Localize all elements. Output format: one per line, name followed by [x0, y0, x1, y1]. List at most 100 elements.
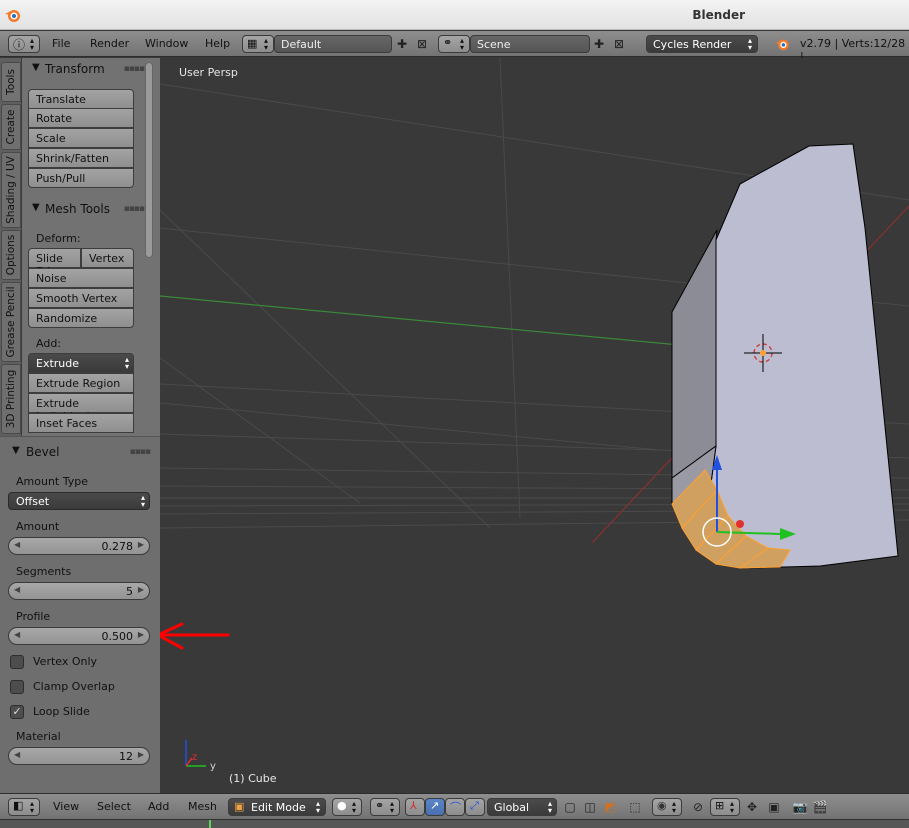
tab-3d-printing[interactable]: 3D Printing [1, 364, 21, 434]
decrement-arrow-icon[interactable]: ◀ [14, 540, 20, 549]
increment-arrow-icon[interactable]: ▶ [138, 585, 144, 594]
shading-select[interactable]: ● ▴ ▾ [332, 798, 362, 816]
editor-type-button[interactable]: ⓘ ▴ ▾ [8, 35, 40, 53]
increment-arrow-icon[interactable]: ▶ [138, 540, 144, 549]
transform-orientation-select[interactable]: Global ▴ ▾ [487, 798, 557, 816]
add-layout-icon[interactable]: ✚ [394, 36, 410, 52]
scale-icon: ⤢ [470, 799, 479, 812]
menu-window[interactable]: Window [145, 37, 188, 50]
menu-add[interactable]: Add [148, 800, 169, 813]
panel-grip-icon[interactable]: ▪▪▪▪ [124, 64, 145, 74]
menu-help[interactable]: Help [205, 37, 230, 50]
proportional-edit-select[interactable]: ◉ ▴ ▾ [652, 798, 682, 816]
scale-button[interactable]: Scale [28, 128, 134, 148]
current-frame-marker[interactable] [209, 820, 211, 828]
3d-viewport[interactable]: z y User Persp (1) Cube [160, 58, 909, 793]
menu-select[interactable]: Select [97, 800, 131, 813]
shrink-fatten-button[interactable]: Shrink/Fatten [28, 148, 134, 168]
editor-type-button[interactable]: ◧ ▴ ▾ [8, 798, 40, 816]
add-scene-icon[interactable]: ✚ [591, 36, 607, 52]
tab-create[interactable]: Create [1, 104, 21, 150]
extrude-individual-button[interactable]: Extrude Individual [28, 393, 134, 423]
snap-toggle-icon[interactable]: ⊘ [690, 799, 706, 815]
edit-mode-icon: ▣ [234, 800, 245, 813]
timeline-strip[interactable] [0, 819, 909, 828]
tool-shelf-scrollbar[interactable] [145, 62, 153, 258]
snap-element-select[interactable]: ⊞ ▴ ▾ [710, 798, 740, 816]
render-animation-icon[interactable]: 🎬 [812, 799, 828, 815]
increment-arrow-icon[interactable]: ▶ [138, 750, 144, 759]
bevel-panel-header[interactable]: ▼ Bevel ▪▪▪▪ [0, 443, 160, 463]
loop-slide-checkbox[interactable]: ✓ [10, 705, 24, 719]
rotate-manipulator-toggle[interactable]: ⌒ [445, 798, 465, 816]
cube-mesh[interactable] [671, 143, 899, 569]
transform-panel-header[interactable]: ▼ Transform ▪▪▪▪ [22, 60, 160, 80]
limit-selection-icon[interactable]: ⬚ [627, 799, 643, 815]
menu-mesh[interactable]: Mesh [188, 800, 217, 813]
chevron-updown-icon: ▴ ▾ [30, 36, 35, 52]
arrow-icon: ↗ [430, 799, 440, 812]
edge-select-icon[interactable]: ◫ [582, 799, 598, 815]
remove-scene-icon[interactable]: ⊠ [611, 36, 627, 52]
pivot-select[interactable]: ⚭ ▴ ▾ [370, 798, 400, 816]
screen-layout-field[interactable]: Default [274, 35, 392, 53]
rotate-button[interactable]: Rotate [28, 108, 134, 128]
face-select-icon[interactable]: ◩ [602, 799, 618, 815]
manipulator-toggle[interactable]: ⅄ [405, 798, 425, 816]
slide-vertex-button[interactable]: Vertex [81, 248, 134, 268]
decrement-arrow-icon[interactable]: ◀ [14, 750, 20, 759]
tab-shading-uv[interactable]: Shading / UV [1, 152, 21, 228]
render-icon[interactable]: 📷 [792, 799, 808, 815]
scene-selector[interactable]: ⚭ ▴ ▾ [438, 35, 470, 53]
translate-manipulator-toggle[interactable]: ↗ [425, 798, 445, 816]
menu-file[interactable]: File [52, 37, 70, 50]
collapse-triangle-icon: ▼ [12, 445, 20, 456]
remove-layout-icon[interactable]: ⊠ [414, 36, 430, 52]
randomize-button[interactable]: Randomize [28, 308, 134, 328]
scene-field[interactable]: Scene [470, 35, 590, 53]
panel-grip-icon[interactable]: ▪▪▪▪ [130, 447, 151, 457]
decrement-arrow-icon[interactable]: ◀ [14, 585, 20, 594]
amount-type-select[interactable]: Offset ▴ ▾ [8, 492, 150, 510]
amount-label: Amount [16, 520, 60, 533]
slide-edge-button[interactable]: Slide Ed [28, 248, 81, 278]
menu-view[interactable]: View [53, 800, 79, 813]
smooth-vertex-button[interactable]: Smooth Vertex [28, 288, 134, 308]
axis-y-label: y [210, 761, 216, 772]
segments-field[interactable]: ◀ 5 ▶ [8, 582, 150, 600]
profile-label: Profile [16, 610, 51, 623]
material-label: Material [16, 730, 61, 743]
translate-button[interactable]: Translate [28, 89, 134, 109]
mesh-tools-panel-header[interactable]: ▼ Mesh Tools ▪▪▪▪ [22, 200, 160, 220]
scale-manipulator-toggle[interactable]: ⤢ [465, 798, 485, 816]
profile-field[interactable]: ◀ 0.500 ▶ [8, 627, 150, 645]
material-field[interactable]: ◀ 12 ▶ [8, 747, 150, 765]
tab-options[interactable]: Options [1, 230, 21, 280]
uv-icon[interactable]: ✥ [744, 799, 760, 815]
extrude-region-button[interactable]: Extrude Region [28, 373, 134, 393]
panel-grip-icon[interactable]: ▪▪▪▪ [124, 204, 145, 214]
chevron-updown-icon: ▴ ▾ [30, 799, 35, 815]
menu-render[interactable]: Render [90, 37, 129, 50]
amount-field[interactable]: ◀ 0.278 ▶ [8, 537, 150, 555]
inset-faces-button[interactable]: Inset Faces [28, 413, 134, 433]
increment-arrow-icon[interactable]: ▶ [138, 630, 144, 639]
chevron-updown-icon: ▴ ▾ [460, 36, 465, 52]
proportional-icon: ◉ [657, 799, 667, 812]
vertex-only-checkbox[interactable] [10, 655, 24, 669]
annotation-arrow [160, 622, 230, 650]
noise-button[interactable]: Noise [28, 268, 134, 288]
mode-select[interactable]: ▣ Edit Mode ▴ ▾ [228, 798, 326, 816]
render-engine-select[interactable]: Cycles Render ▴ ▾ [646, 35, 758, 53]
tab-grease-pencil[interactable]: Grease Pencil [1, 282, 21, 362]
push-pull-button[interactable]: Push/Pull [28, 168, 134, 188]
layer-icon[interactable]: ▣ [766, 799, 782, 815]
3d-view-header: ◧ ▴ ▾ View Select Add Mesh ▣ Edit Mode ▴ ▾… [0, 793, 909, 819]
vertex-select-icon[interactable]: ▢ [562, 799, 578, 815]
viewport-scene[interactable]: z y [160, 58, 909, 793]
clamp-overlap-checkbox[interactable] [10, 680, 24, 694]
extrude-select[interactable]: Extrude ▴ ▾ [28, 353, 134, 373]
decrement-arrow-icon[interactable]: ◀ [14, 630, 20, 639]
screen-layout-selector[interactable]: ▦ ▴ ▾ [242, 35, 274, 53]
tab-tools[interactable]: Tools [1, 62, 21, 102]
